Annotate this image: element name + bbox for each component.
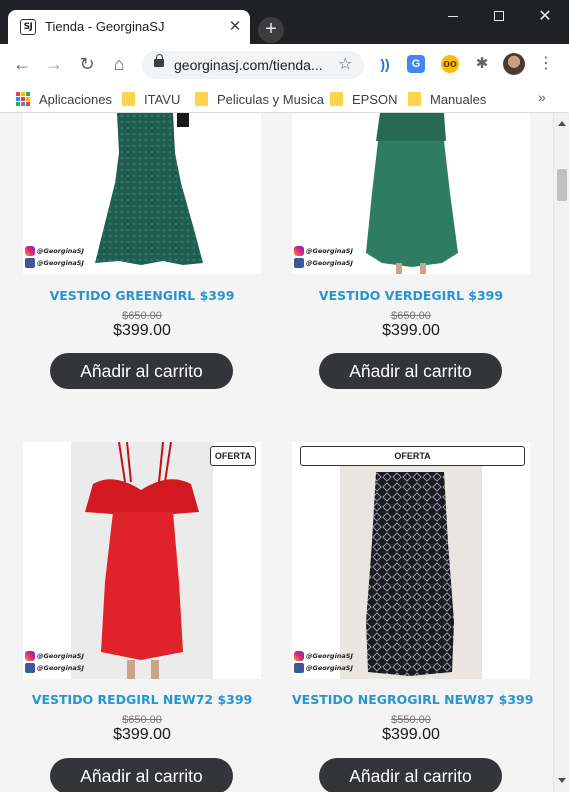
product-image[interactable]: @GeorginaSJ @GeorginaSJ	[23, 113, 261, 274]
bookmark-label: ITAVU	[144, 91, 181, 107]
folder-icon	[122, 92, 135, 106]
bookmark-star-icon[interactable]: ☆	[338, 54, 352, 74]
social-handles: @GeorginaSJ @GeorginaSJ	[25, 246, 84, 268]
offer-badge: OFERTA	[210, 446, 256, 466]
minimize-button[interactable]	[430, 4, 476, 28]
url-text[interactable]: georginasj.com/tienda...	[174, 57, 323, 73]
maximize-button[interactable]	[476, 4, 522, 28]
product-image[interactable]: OFERTA @GeorginaSJ @GeorginaSJ	[292, 442, 530, 679]
lock-icon	[154, 54, 164, 67]
shop-page: @GeorginaSJ @GeorginaSJ VESTIDO GREENGIR…	[0, 113, 553, 792]
product-old-price: $650.00	[122, 310, 162, 322]
browser-toolbar: ← → ↻ ⌂ georginasj.com/tienda... ☆ )) G …	[0, 44, 569, 84]
instagram-handle: @GeorginaSJ	[306, 652, 353, 660]
profile-avatar[interactable]	[503, 53, 525, 75]
browser-titlebar: SJ Tienda - GeorginaSJ ✕ + ✕	[0, 0, 569, 44]
extension-owl-icon[interactable]: oo	[441, 55, 459, 73]
apps-grid-icon	[16, 92, 30, 106]
address-bar[interactable]: georginasj.com/tienda... ☆	[142, 51, 364, 79]
facebook-handle: @GeorginaSJ	[37, 664, 84, 672]
bookmark-apps[interactable]: Aplicaciones	[16, 89, 112, 109]
product-image[interactable]: @GeorginaSJ @GeorginaSJ	[292, 113, 530, 274]
extension-wifi-icon[interactable]: ))	[376, 55, 394, 73]
dress-black-lace-image	[340, 464, 482, 679]
back-arrow-icon[interactable]: ←	[10, 52, 34, 76]
facebook-icon	[25, 663, 35, 673]
facebook-handle: @GeorginaSJ	[37, 259, 84, 267]
browser-menu-icon[interactable]: ⋮	[536, 53, 556, 75]
dress-red-image	[71, 442, 213, 679]
new-tab-button[interactable]: +	[258, 17, 284, 43]
bookmark-itavu[interactable]: ITAVU	[122, 89, 180, 109]
add-to-cart-button[interactable]: Añadir al carrito	[319, 353, 502, 389]
bookmark-manuales[interactable]: Manuales	[408, 89, 486, 109]
scroll-down-arrow-icon[interactable]	[558, 778, 566, 783]
facebook-icon	[294, 258, 304, 268]
browser-tab[interactable]: SJ Tienda - GeorginaSJ ✕	[8, 10, 250, 44]
product-name[interactable]: VESTIDO VERDEGIRL $399	[292, 288, 530, 303]
bookmark-label: Peliculas y Musica	[217, 91, 324, 107]
instagram-icon	[25, 651, 35, 661]
product-price: $399.00	[113, 322, 171, 339]
folder-icon	[195, 92, 208, 106]
facebook-handle: @GeorginaSJ	[306, 664, 353, 672]
bookmark-peliculas[interactable]: Peliculas y Musica	[195, 89, 324, 109]
product-image[interactable]: OFERTA @GeorginaSJ @GeorginaSJ	[23, 442, 261, 679]
scrollbar-thumb[interactable]	[557, 169, 567, 201]
product-name[interactable]: VESTIDO NEGROGIRL NEW87 $399	[292, 692, 533, 707]
add-to-cart-button[interactable]: Añadir al carrito	[50, 353, 233, 389]
tab-close-icon[interactable]: ✕	[226, 18, 244, 36]
social-handles: @GeorginaSJ @GeorginaSJ	[294, 651, 353, 673]
product-old-price: $650.00	[122, 714, 162, 726]
add-to-cart-button[interactable]: Añadir al carrito	[50, 758, 233, 792]
more-bookmarks-icon[interactable]: »	[538, 89, 546, 105]
forward-arrow-icon[interactable]: →	[42, 52, 66, 76]
folder-icon	[408, 92, 421, 106]
tab-title: Tienda - GeorginaSJ	[45, 19, 165, 34]
product-name[interactable]: VESTIDO GREENGIRL $399	[23, 288, 261, 303]
bookmark-label: EPSON	[352, 91, 398, 107]
reload-icon[interactable]: ↻	[75, 52, 99, 76]
extension-translate-icon[interactable]: G	[407, 55, 425, 73]
product-old-price: $650.00	[391, 310, 431, 322]
home-icon[interactable]: ⌂	[107, 52, 131, 76]
facebook-handle: @GeorginaSJ	[306, 259, 353, 267]
add-to-cart-button[interactable]: Añadir al carrito	[319, 758, 502, 792]
instagram-handle: @GeorginaSJ	[306, 247, 353, 255]
product-name[interactable]: VESTIDO REDGIRL NEW72 $399	[23, 692, 261, 707]
instagram-icon	[294, 651, 304, 661]
page-scrollbar[interactable]	[553, 113, 569, 792]
facebook-icon	[25, 258, 35, 268]
folder-icon	[330, 92, 343, 106]
social-handles: @GeorginaSJ @GeorginaSJ	[25, 651, 84, 673]
bookmarks-bar: Aplicaciones ITAVU Peliculas y Musica EP…	[0, 84, 569, 113]
product-price: $399.00	[113, 726, 171, 743]
site-favicon-icon: SJ	[20, 19, 36, 35]
close-window-button[interactable]: ✕	[522, 4, 568, 28]
facebook-icon	[294, 663, 304, 673]
bookmark-epson[interactable]: EPSON	[330, 89, 398, 109]
product-price: $399.00	[382, 726, 440, 743]
instagram-handle: @GeorginaSJ	[37, 247, 84, 255]
product-old-price: $550.00	[391, 714, 431, 726]
product-price: $399.00	[382, 322, 440, 339]
extensions-puzzle-icon[interactable]: ✱	[473, 55, 491, 73]
social-handles: @GeorginaSJ @GeorginaSJ	[294, 246, 353, 268]
instagram-icon	[294, 246, 304, 256]
instagram-handle: @GeorginaSJ	[37, 652, 84, 660]
scroll-up-arrow-icon[interactable]	[558, 121, 566, 126]
offer-badge: OFERTA	[300, 446, 525, 466]
bookmark-label: Aplicaciones	[39, 91, 112, 107]
instagram-icon	[25, 246, 35, 256]
bookmark-label: Manuales	[430, 91, 487, 107]
